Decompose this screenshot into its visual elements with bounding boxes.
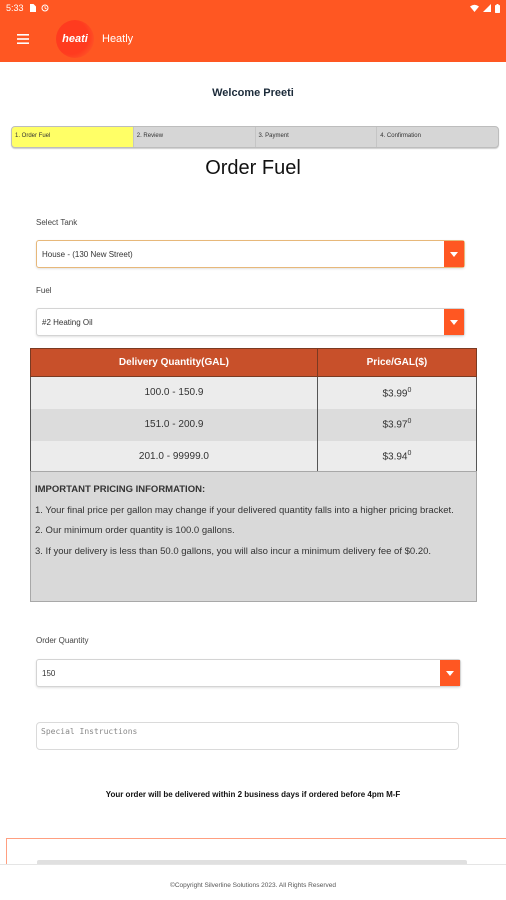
table-row: 100.0 - 150.9 $3.990 — [30, 376, 478, 409]
pricing-info-line: 1. Your final price per gallon may chang… — [35, 504, 454, 516]
table-header-row: Delivery Quantity(GAL) Price/GAL($) — [30, 348, 478, 377]
table-row: 151.0 - 200.9 $3.970 — [30, 408, 478, 441]
order-quantity-label: Order Quantity — [36, 636, 89, 645]
pricing-info-line: 2. Our minimum order quantity is 100.0 g… — [35, 525, 235, 536]
fuel-label: Fuel — [36, 286, 52, 295]
chevron-down-icon — [446, 670, 454, 676]
price-value: $3.94 — [382, 451, 408, 463]
quantity-cell: 201.0 - 99999.0 — [30, 440, 318, 473]
price-table: Delivery Quantity(GAL) Price/GAL($) 100.… — [30, 348, 478, 473]
page-title: Order Fuel — [205, 157, 301, 179]
status-time: 5:33 — [6, 3, 24, 13]
price-sup: 0 — [407, 418, 412, 426]
select-tank-label: Select Tank — [36, 218, 78, 227]
pricing-info-line: 3. If your delivery is less than 50.0 ga… — [35, 545, 432, 557]
signal-icon — [483, 4, 491, 12]
status-bar: 5:33 — [0, 0, 506, 16]
tank-select[interactable]: House - (130 New Street) — [36, 240, 465, 268]
price-sup: 0 — [407, 450, 412, 458]
menu-button[interactable] — [0, 16, 46, 62]
app-bar: heati Heatly — [0, 16, 506, 62]
order-stepper: 1. Order Fuel 2. Review 3. Payment 4. Co… — [11, 126, 499, 148]
app-title: Heatly — [102, 33, 134, 45]
chevron-down-icon — [450, 251, 458, 257]
order-quantity-select[interactable]: 150 — [36, 659, 461, 687]
fuel-dropdown-button[interactable] — [444, 309, 464, 335]
column-header-price: Price/GAL($) — [316, 348, 478, 377]
step-confirmation[interactable]: 4. Confirmation — [377, 127, 498, 147]
price-sup: 0 — [407, 386, 412, 394]
sim-card-icon — [29, 4, 36, 12]
price-cell: $3.990 — [316, 376, 478, 409]
heatly-logo: heati — [56, 20, 94, 58]
fuel-select[interactable]: #2 Heating Oil — [36, 308, 465, 336]
step-order-fuel[interactable]: 1. Order Fuel — [12, 127, 134, 147]
price-value: $3.99 — [382, 387, 408, 399]
price-cell: $3.940 — [316, 440, 478, 473]
pricing-info-box: IMPORTANT PRICING INFORMATION: 1. Your f… — [30, 471, 477, 602]
price-cell: $3.970 — [316, 408, 478, 441]
wifi-icon — [470, 4, 479, 12]
welcome-message: Welcome Preeti — [212, 87, 294, 99]
fuel-select-value: #2 Heating Oil — [42, 317, 93, 327]
delivery-note: Your order will be delivered within 2 bu… — [105, 790, 401, 799]
special-instructions-input[interactable]: Special Instructions — [36, 722, 459, 750]
footer: ©Copyright Silverline Solutions 2023. Al… — [0, 864, 506, 900]
table-row: 201.0 - 99999.0 $3.940 — [30, 440, 478, 473]
tank-dropdown-button[interactable] — [444, 241, 464, 267]
logo-text: heati — [62, 33, 88, 45]
quantity-cell: 151.0 - 200.9 — [30, 408, 318, 441]
sync-icon — [41, 4, 49, 12]
column-header-quantity: Delivery Quantity(GAL) — [30, 348, 318, 377]
chevron-down-icon — [450, 319, 458, 325]
step-review[interactable]: 2. Review — [134, 127, 256, 147]
quantity-cell: 100.0 - 150.9 — [30, 376, 318, 409]
battery-icon — [495, 3, 500, 13]
hamburger-menu-icon — [17, 34, 29, 44]
pricing-info-heading: IMPORTANT PRICING INFORMATION: — [35, 484, 206, 495]
tank-select-value: House - (130 New Street) — [42, 249, 133, 259]
quantity-dropdown-button[interactable] — [440, 660, 460, 686]
order-quantity-value: 150 — [42, 668, 56, 678]
price-value: $3.97 — [382, 419, 408, 431]
step-payment[interactable]: 3. Payment — [256, 127, 378, 147]
